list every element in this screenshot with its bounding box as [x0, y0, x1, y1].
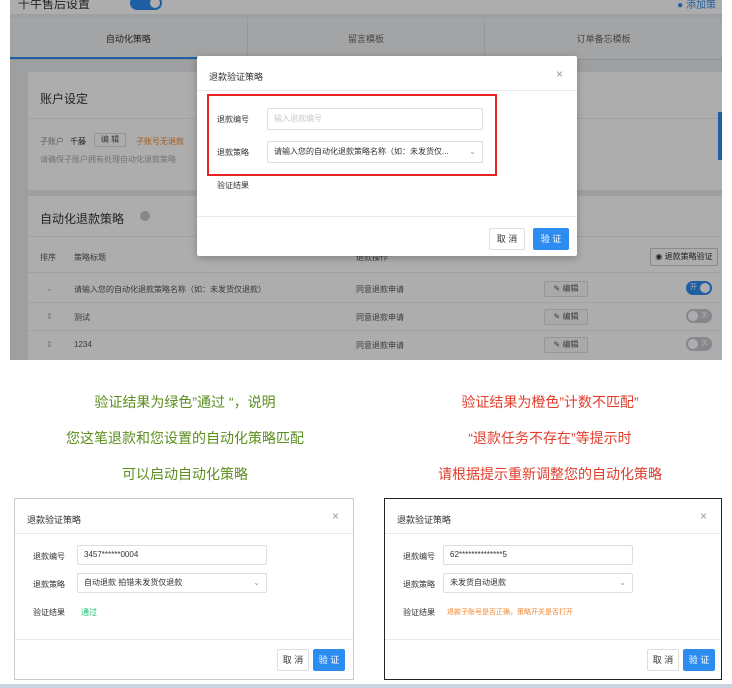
verify-button[interactable]: 验 证 — [313, 649, 345, 671]
strategy-select[interactable]: 自动退款 拍错未发货仅退款 ⌄ — [77, 573, 267, 593]
result-pass: 通过 — [81, 608, 97, 617]
refund-no-input[interactable]: 62**************5 — [443, 545, 633, 565]
result-warning: 退款子账号是否正确，策略开关是否打开 — [447, 609, 573, 616]
refund-no-label: 退款编号 — [33, 552, 65, 561]
strategy-label: 退款策略 — [403, 580, 435, 589]
caption-right-line-2: “退款任务不存在”等提示时 — [468, 430, 632, 446]
result-label: 验证结果 — [33, 608, 65, 617]
modal-title: 退款验证策略 — [397, 515, 452, 525]
modal-title: 退款验证策略 — [209, 72, 264, 82]
strategy-select[interactable]: 未发货自动退款 ⌄ — [443, 573, 633, 593]
example-pass-modal: 退款验证策略 × 退款编号 3457******0004 退款策略 自动退款 拍… — [14, 498, 354, 680]
strategy-select-value: 未发货自动退款 — [450, 578, 506, 587]
highlight-box — [207, 94, 497, 176]
strategy-label: 退款策略 — [33, 580, 65, 589]
caption-left-line-1: 验证结果为绿色”通过 “，说明 — [94, 394, 276, 410]
cancel-button[interactable]: 取 消 — [277, 649, 309, 671]
refund-no-label: 退款编号 — [403, 552, 435, 561]
caption-right-line-1: 验证结果为橙色”计数不匹配” — [461, 394, 639, 410]
refund-verify-modal: 退款验证策略 × 退款编号 输入退款编号 退款策略 请输入您的自动化退款策略名称… — [197, 56, 577, 256]
chevron-down-icon: ⌄ — [253, 578, 260, 587]
close-icon[interactable]: × — [556, 67, 563, 81]
caption-left-line-2: 您这笔退款和您设置的自动化策略匹配 — [66, 430, 304, 446]
close-icon[interactable]: × — [700, 509, 707, 523]
strategy-select-value: 自动退款 拍错未发货仅退款 — [84, 578, 183, 587]
close-icon[interactable]: × — [332, 509, 339, 523]
verify-button[interactable]: 验 证 — [683, 649, 715, 671]
cancel-button[interactable]: 取 消 — [647, 649, 679, 671]
modal-title: 退款验证策略 — [27, 515, 82, 525]
example-fail-modal: 退款验证策略 × 退款编号 62**************5 退款策略 未发货… — [384, 498, 722, 680]
settings-screenshot: 千牛售后设置 已开启 ● 添加策 自动化策略 留言模板 订单备忘模板 账户设定 … — [10, 0, 722, 360]
cancel-button[interactable]: 取 消 — [489, 228, 525, 250]
chevron-down-icon: ⌄ — [619, 578, 626, 587]
refund-no-input[interactable]: 3457******0004 — [77, 545, 267, 565]
result-label: 验证结果 — [217, 181, 249, 190]
caption-left-line-3: 可以启动自动化策略 — [122, 466, 248, 482]
caption-right-line-3: 请根据提示重新调整您的自动化策略 — [438, 466, 662, 482]
verify-button[interactable]: 验 证 — [533, 228, 569, 250]
result-label: 验证结果 — [403, 608, 435, 617]
bottom-border — [0, 684, 732, 688]
